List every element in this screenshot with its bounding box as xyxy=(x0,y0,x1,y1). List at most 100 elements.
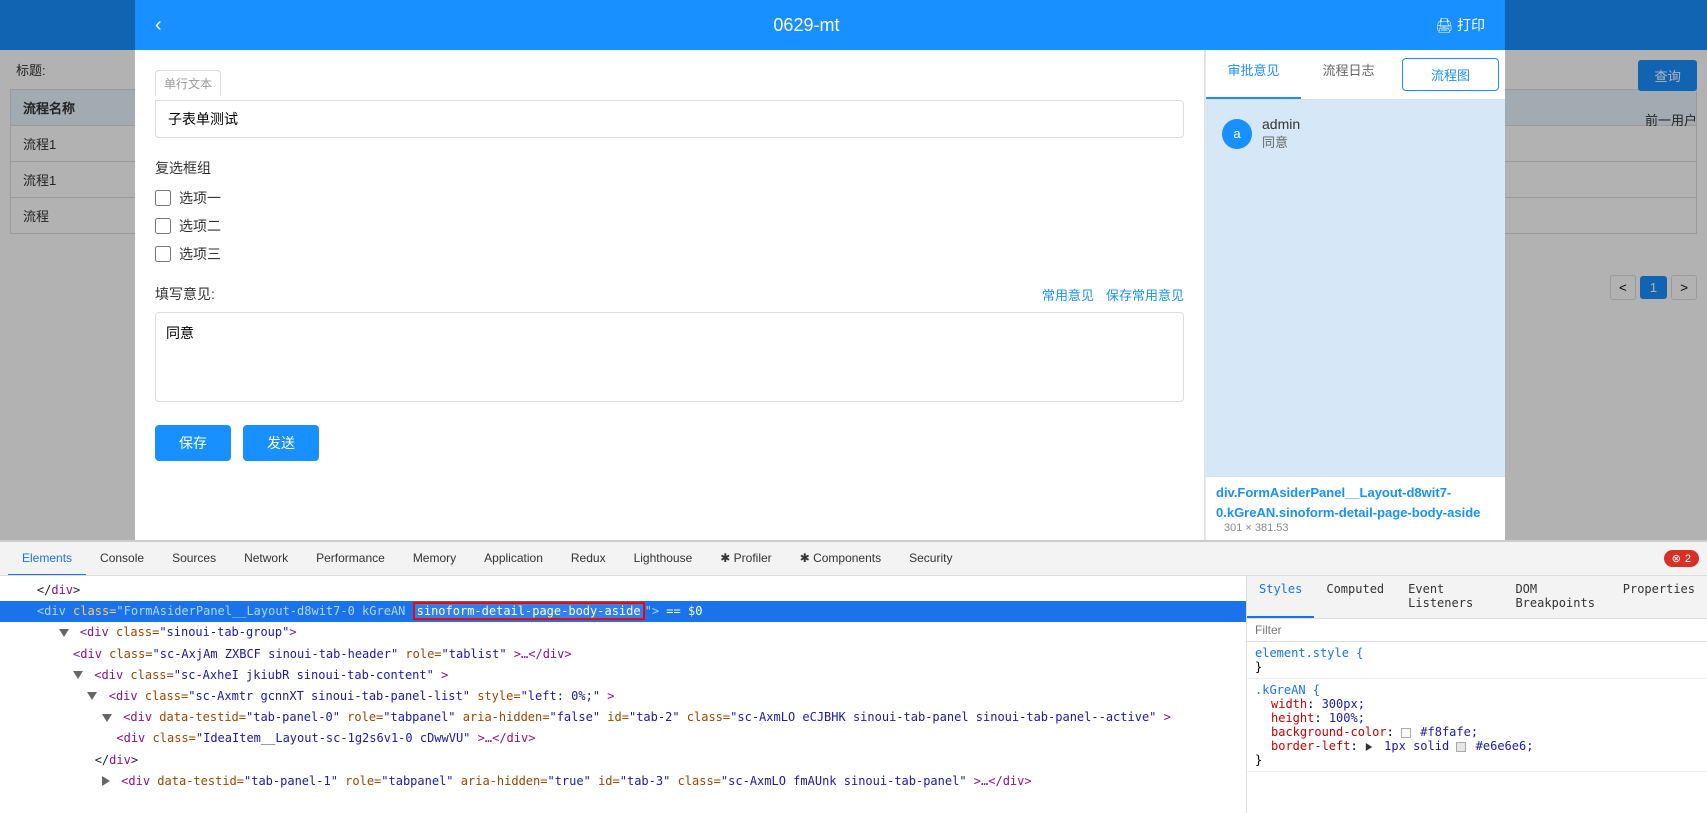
devtools-tabs: Elements Console Sources Network Perform… xyxy=(0,542,1707,576)
save-common-link[interactable]: 保存常用意见 xyxy=(1106,285,1184,304)
css-block-kgrean: width: 300px; height: 100%; background-c… xyxy=(1255,697,1699,753)
modal-dialog: ‹ 0629-mt 🖨 打印 单行文本 复选框组 选项一 xyxy=(135,0,1505,540)
class-info: div.FormAsiderPanel__Layout-d8wit7-0.kGr… xyxy=(1216,483,1495,534)
single-text-field: 单行文本 xyxy=(155,70,1184,138)
color-swatch-bg xyxy=(1401,728,1411,738)
styles-tab-styles[interactable]: Styles xyxy=(1247,576,1314,618)
tab-console[interactable]: Console xyxy=(86,542,158,576)
triangle-icon xyxy=(1366,743,1372,751)
form-area: 单行文本 复选框组 选项一 选项二 选项三 xyxy=(135,50,1205,540)
error-icon: ⊗ xyxy=(1672,552,1681,565)
css-prop-border: border-left: 1px solid #e6e6e6; xyxy=(1271,739,1699,753)
opinion-label: 填写意见: xyxy=(155,284,215,304)
class-name: div.FormAsiderPanel__Layout-d8wit7-0.kGr… xyxy=(1216,485,1480,520)
filter-input[interactable] xyxy=(1255,623,1699,637)
tab-sources[interactable]: Sources xyxy=(158,542,230,576)
checkbox-item-1: 选项一 xyxy=(155,188,1184,208)
print-button[interactable]: 🖨 打印 xyxy=(1435,15,1485,35)
common-opinion-link[interactable]: 常用意见 xyxy=(1042,285,1094,304)
css-selector-kgrean: .kGreAN { xyxy=(1255,683,1699,697)
error-count: 2 xyxy=(1685,553,1691,565)
tab-approval-opinion[interactable]: 审批意见 xyxy=(1206,50,1301,99)
send-button[interactable]: 发送 xyxy=(243,425,319,461)
tab-process-log[interactable]: 流程日志 xyxy=(1301,50,1396,99)
tab-process-chart[interactable]: 流程图 xyxy=(1402,58,1499,91)
styles-filter xyxy=(1247,619,1707,642)
css-prop-height: height: 100%; xyxy=(1271,711,1699,725)
checkbox-group: 复选框组 选项一 选项二 选项三 xyxy=(155,158,1184,264)
css-prop-bg: background-color: #f8fafe; xyxy=(1271,725,1699,739)
opinion-textarea[interactable]: 同意 xyxy=(155,312,1184,402)
styles-panel: Styles Computed Event Listeners DOM Brea… xyxy=(1247,576,1707,813)
tab-application[interactable]: Application xyxy=(470,542,557,576)
code-line-selected[interactable]: <div class="FormAsiderPanel__Layout-d8wi… xyxy=(0,601,1246,622)
styles-tab-properties[interactable]: Properties xyxy=(1611,576,1707,618)
tab-elements[interactable]: Elements xyxy=(8,542,86,576)
css-close-kgrean: } xyxy=(1255,753,1699,767)
styles-tab-event-listeners[interactable]: Event Listeners xyxy=(1396,576,1503,618)
code-line: <div class="sc-AxheI jkiubR sinoui-tab-c… xyxy=(0,665,1246,686)
checkbox-1[interactable] xyxy=(155,190,171,206)
checkbox-item-2: 选项二 xyxy=(155,216,1184,236)
checkbox-item-3: 选项三 xyxy=(155,244,1184,264)
styles-tab-dom-breakpoints[interactable]: DOM Breakpoints xyxy=(1503,576,1610,618)
tab-lighthouse[interactable]: Lighthouse xyxy=(620,542,707,576)
styles-tabs: Styles Computed Event Listeners DOM Brea… xyxy=(1247,576,1707,619)
code-line: <div class="IdeaItem__Layout-sc-1g2s6v1-… xyxy=(0,728,1246,749)
css-rule-element: element.style { } xyxy=(1247,642,1707,679)
code-line: <div class="sinoui-tab-group"> xyxy=(0,622,1246,643)
tab-redux[interactable]: Redux xyxy=(557,542,620,576)
checkbox-3[interactable] xyxy=(155,246,171,262)
dimension-label: 301 × 381.53 xyxy=(1224,522,1289,534)
color-swatch-border xyxy=(1456,742,1466,752)
save-button[interactable]: 保存 xyxy=(155,425,231,461)
aside-panel: 审批意见 流程日志 流程图 a admin 同意 div.For xyxy=(1205,50,1505,540)
checkbox-label-2: 选项二 xyxy=(179,216,221,236)
single-text-label: 单行文本 xyxy=(155,70,221,96)
opinion-label-row: 填写意见: 常用意见 保存常用意见 xyxy=(155,284,1184,304)
css-close: } xyxy=(1255,660,1699,674)
opinion-actions: 常用意见 保存常用意见 xyxy=(1042,285,1184,304)
approval-item: a admin 同意 xyxy=(1222,116,1489,151)
checkbox-group-label: 复选框组 xyxy=(155,158,1184,178)
tab-memory[interactable]: Memory xyxy=(399,542,470,576)
modal-body: 单行文本 复选框组 选项一 选项二 选项三 xyxy=(135,50,1505,540)
tab-components[interactable]: ✱ Components xyxy=(786,542,895,576)
code-line: <div data-testid="tab-panel-1" role="tab… xyxy=(0,771,1246,792)
css-rule-kgrean: .kGreAN { width: 300px; height: 100%; ba… xyxy=(1247,679,1707,772)
code-line: </div> xyxy=(0,580,1246,601)
single-text-input[interactable] xyxy=(156,101,1183,137)
styles-tab-computed[interactable]: Computed xyxy=(1314,576,1396,618)
code-line: <div class="sc-Axmtr gcnnXT sinoui-tab-p… xyxy=(0,686,1246,707)
modal-header: ‹ 0629-mt 🖨 打印 xyxy=(135,0,1505,50)
print-icon: 🖨 xyxy=(1435,17,1453,34)
tab-profiler[interactable]: ✱ Profiler xyxy=(706,542,785,576)
modal-title: 0629-mt xyxy=(178,15,1436,36)
checkbox-label-3: 选项三 xyxy=(179,244,221,264)
error-badge: ⊗ 2 xyxy=(1664,550,1699,567)
css-selector: element.style { xyxy=(1255,646,1699,660)
aside-content: a admin 同意 xyxy=(1206,100,1505,476)
approval-user: admin xyxy=(1262,116,1300,132)
checkbox-2[interactable] xyxy=(155,218,171,234)
devtools-body: </div> <div class="FormAsiderPanel__Layo… xyxy=(0,576,1707,813)
elements-panel: </div> <div class="FormAsiderPanel__Layo… xyxy=(0,576,1247,813)
code-line: <div class="sc-AxjAm ZXBCF sinoui-tab-he… xyxy=(0,644,1246,665)
approval-info: admin 同意 xyxy=(1262,116,1300,151)
tab-performance[interactable]: Performance xyxy=(302,542,399,576)
single-text-wrapper xyxy=(155,100,1184,138)
tab-security[interactable]: Security xyxy=(895,542,966,576)
opinion-field: 填写意见: 常用意见 保存常用意见 同意 xyxy=(155,284,1184,405)
aside-tabs: 审批意见 流程日志 流程图 xyxy=(1206,50,1505,100)
approval-result: 同意 xyxy=(1262,132,1300,151)
print-label: 打印 xyxy=(1457,15,1485,35)
form-buttons: 保存 发送 xyxy=(155,425,1184,461)
code-line: <div data-testid="tab-panel-0" role="tab… xyxy=(0,707,1246,728)
checkbox-label-1: 选项一 xyxy=(179,188,221,208)
tab-network[interactable]: Network xyxy=(230,542,302,576)
devtools-panel: Elements Console Sources Network Perform… xyxy=(0,540,1707,813)
back-button[interactable]: ‹ xyxy=(155,14,162,37)
code-line: </div> xyxy=(0,750,1246,771)
css-prop-width: width: 300px; xyxy=(1271,697,1699,711)
avatar: a xyxy=(1222,119,1252,149)
